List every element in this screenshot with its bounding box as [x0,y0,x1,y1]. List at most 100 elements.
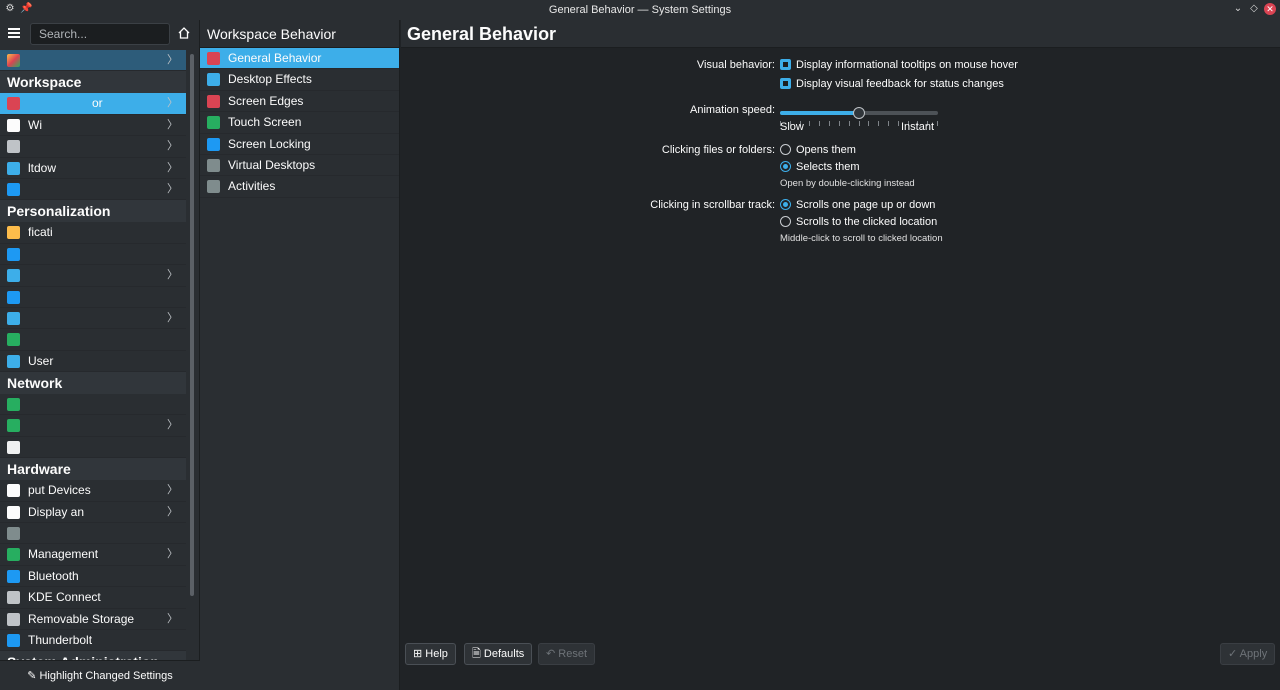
slider-handle[interactable] [853,107,865,119]
module-item[interactable]: Screen Locking [200,134,399,155]
scroll-location-label: Scrolls to the clicked location [796,216,938,228]
sidebar-item-top[interactable]: 〉 [0,50,186,72]
search-input[interactable]: Search... [30,23,170,45]
sidebar-item-icon [7,505,20,519]
home-icon[interactable] [177,26,191,40]
module-item[interactable]: Touch Screen [200,112,399,134]
sidebar-item[interactable]: or 〉 [0,93,186,115]
sidebar-item-icon [7,548,20,562]
sidebar-item[interactable]: 〉 [0,265,186,287]
sidebar-item-label: put Devices [28,483,91,498]
sidebar-item[interactable]: Management 〉 [0,544,186,566]
apply-label: Apply [1239,648,1268,660]
module-item[interactable]: Desktop Effects [200,69,399,91]
module-item[interactable]: General Behavior [200,48,399,70]
module-item-label: Touch Screen [228,115,302,130]
tooltips-checkbox-label: Display informational tooltips on mouse … [796,59,1018,71]
sidebar-item[interactable] [0,329,186,351]
sidebar-item[interactable]: Wi 〉 [0,115,186,137]
sidebar-item[interactable]: Thunderbolt [0,630,186,652]
help-button[interactable]: ⊞ Help [405,643,456,665]
sidebar-item-icon [7,612,20,626]
sidebar-item-icon [7,290,20,304]
module-item-label: Screen Edges [228,93,304,108]
sidebar-item[interactable] [0,244,186,266]
sidebar-item[interactable]: 〉 [0,415,186,437]
sidebar-item[interactable]: put Devices 〉 [0,480,186,502]
module-list-title: Workspace Behavior [200,20,399,48]
reset-button[interactable]: ↶ Reset [538,643,596,665]
title-bar: ⚙ 📌 General Behavior — System Settings ⌄… [0,0,1280,20]
sidebar-item[interactable]: 〉 [0,308,186,330]
scrollbar-track-hint: Middle-click to scroll to clicked locati… [780,233,943,244]
slider-tick [848,121,850,126]
sidebar-item[interactable] [0,394,186,416]
close-icon[interactable]: ✕ [1264,3,1276,15]
clicking-files-label: Clicking files or folders: [661,144,775,156]
module-item-icon [207,116,220,130]
sidebar-item[interactable]: User [0,351,186,373]
slider-tick [829,121,831,126]
highlight-changed-label: Highlight Changed Settings [39,670,173,682]
opens-them-label: Opens them [796,144,856,156]
slider-tick [868,121,870,126]
undo-icon: ↶ [546,648,559,660]
sidebar-scrollbar[interactable] [190,54,194,596]
page-title: General Behavior [401,20,1280,48]
defaults-button[interactable]: 🗎 Defaults [464,643,533,665]
sidebar-item[interactable]: Removable Storage 〉 [0,609,186,630]
sidebar-item-label: or [92,96,103,111]
sidebar-item[interactable]: 〉 [0,136,186,158]
window-title: General Behavior — System Settings [548,4,732,16]
sidebar-item[interactable]: ficati [0,222,186,244]
radio-checked-icon [780,161,791,172]
minimize-icon[interactable]: ⌄ [1232,3,1244,15]
system-settings-icon [7,54,20,67]
tooltips-checkbox[interactable]: Display informational tooltips on mouse … [780,59,1018,71]
animation-speed-slider[interactable] [780,107,938,119]
highlight-changed-settings-button[interactable]: ✎ Highlight Changed Settings [0,660,200,690]
slider-tick [937,121,938,126]
opens-them-radio[interactable]: Opens them [780,144,856,156]
chevron-right-icon: 〉 [167,140,178,153]
selects-them-radio[interactable]: Selects them [780,161,860,173]
scroll-page-label: Scrolls one page up or down [796,199,936,211]
hamburger-menu-icon[interactable] [6,26,22,42]
sidebar-item[interactable]: KDE Connect [0,587,186,609]
sidebar-category: System Administration [0,651,186,660]
sidebar-item-label: Bluetooth [28,568,79,583]
sidebar-item[interactable] [0,437,186,459]
sidebar-item[interactable] [0,523,186,545]
visual-behavior-label: Visual behavior: [696,59,775,71]
maximize-icon[interactable]: ◇ [1248,3,1260,15]
sidebar-item-label: ficati [28,225,53,240]
sidebar-item[interactable]: Bluetooth [0,566,186,588]
sidebar-list: 〉 Workspace or 〉 Wi 〉〉 ltdow 〉〉 Personalization f… [0,50,186,660]
slider-tick [819,121,821,126]
radio-unchecked-icon [780,144,791,155]
sidebar-item-icon [7,484,20,498]
module-item-icon [207,94,220,108]
status-feedback-checkbox[interactable]: Display visual feedback for status chang… [780,78,1004,90]
sidebar-item[interactable] [0,287,186,308]
scrollbar-track-label: Clicking in scrollbar track: [650,199,775,211]
scroll-page-radio[interactable]: Scrolls one page up or down [780,199,935,211]
sidebar-item[interactable]: 〉 [0,179,186,201]
scroll-location-radio[interactable]: Scrolls to the clicked location [780,216,937,228]
slider-tick [838,121,840,126]
sidebar-item[interactable]: ltdow 〉 [0,158,186,179]
module-item[interactable]: Screen Edges [200,91,399,113]
chevron-right-icon: 〉 [167,182,178,195]
apply-button[interactable]: ✓ Apply [1220,643,1276,665]
defaults-label: Defaults [483,648,525,660]
module-item-icon [207,158,220,172]
sidebar-item[interactable]: Display an 〉 [0,502,186,524]
sidebar-item-icon [7,161,20,175]
module-item[interactable]: Virtual Desktops [200,155,399,177]
module-item-icon [207,180,220,194]
sidebar-category: Network [0,372,186,395]
help-icon: ⊞ [413,648,426,660]
sidebar-item-label: ltdow [28,160,57,175]
sidebar-item-label: Display an [28,504,85,519]
module-item[interactable]: Activities [200,176,399,198]
